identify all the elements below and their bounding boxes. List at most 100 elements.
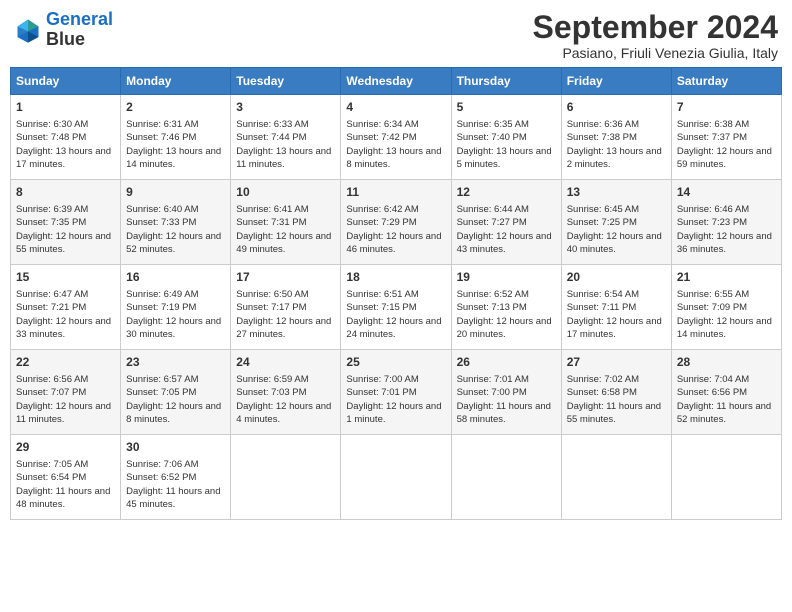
calendar-day-cell: 14Sunrise: 6:46 AMSunset: 7:23 PMDayligh… <box>671 180 781 265</box>
day-number: 23 <box>126 354 225 371</box>
calendar-day-cell: 22Sunrise: 6:56 AMSunset: 7:07 PMDayligh… <box>11 350 121 435</box>
day-info: Sunrise: 6:36 AMSunset: 7:38 PMDaylight:… <box>567 118 666 171</box>
day-number: 7 <box>677 99 776 116</box>
logo-icon <box>14 16 42 44</box>
day-number: 11 <box>346 184 445 201</box>
day-number: 4 <box>346 99 445 116</box>
calendar-day-cell <box>341 435 451 520</box>
day-info: Sunrise: 7:05 AMSunset: 6:54 PMDaylight:… <box>16 458 115 511</box>
day-number: 27 <box>567 354 666 371</box>
day-number: 9 <box>126 184 225 201</box>
day-info: Sunrise: 7:00 AMSunset: 7:01 PMDaylight:… <box>346 373 445 426</box>
calendar-day-cell: 1 Sunrise: 6:30 AMSunset: 7:48 PMDaylight… <box>11 95 121 180</box>
day-number: 13 <box>567 184 666 201</box>
calendar-day-cell: 6 Sunrise: 6:36 AMSunset: 7:38 PMDaylight… <box>561 95 671 180</box>
day-number: 16 <box>126 269 225 286</box>
day-number: 6 <box>567 99 666 116</box>
calendar-header-cell: Tuesday <box>231 68 341 95</box>
calendar-day-cell: 15 Sunrise: 6:47 AMSunset: 7:21 PMDayligh… <box>11 265 121 350</box>
calendar-header-cell: Wednesday <box>341 68 451 95</box>
day-number: 25 <box>346 354 445 371</box>
calendar-day-cell: 13 Sunrise: 6:45 AMSunset: 7:25 PMDayligh… <box>561 180 671 265</box>
calendar-day-cell: 30Sunrise: 7:06 AMSunset: 6:52 PMDayligh… <box>121 435 231 520</box>
day-info: Sunrise: 6:47 AMSunset: 7:21 PMDaylight:… <box>16 288 115 341</box>
calendar-day-cell: 16 Sunrise: 6:49 AMSunset: 7:19 PMDayligh… <box>121 265 231 350</box>
logo: General Blue <box>14 10 113 50</box>
calendar-day-cell: 9 Sunrise: 6:40 AMSunset: 7:33 PMDaylight… <box>121 180 231 265</box>
calendar-day-cell: 4 Sunrise: 6:34 AMSunset: 7:42 PMDaylight… <box>341 95 451 180</box>
calendar-day-cell: 26 Sunrise: 7:01 AMSunset: 7:00 PMDayligh… <box>451 350 561 435</box>
calendar-day-cell: 7 Sunrise: 6:38 AMSunset: 7:37 PMDaylight… <box>671 95 781 180</box>
header: General Blue September 2024 Pasiano, Fri… <box>10 10 782 61</box>
calendar-header-row: SundayMondayTuesdayWednesdayThursdayFrid… <box>11 68 782 95</box>
day-info: Sunrise: 7:02 AMSunset: 6:58 PMDaylight:… <box>567 373 666 426</box>
day-info: Sunrise: 6:49 AMSunset: 7:19 PMDaylight:… <box>126 288 225 341</box>
calendar-header-cell: Monday <box>121 68 231 95</box>
day-info: Sunrise: 6:40 AMSunset: 7:33 PMDaylight:… <box>126 203 225 256</box>
day-info: Sunrise: 6:52 AMSunset: 7:13 PMDaylight:… <box>457 288 556 341</box>
day-number: 15 <box>16 269 115 286</box>
day-info: Sunrise: 7:04 AMSunset: 6:56 PMDaylight:… <box>677 373 776 426</box>
day-number: 1 <box>16 99 115 116</box>
day-info: Sunrise: 6:33 AMSunset: 7:44 PMDaylight:… <box>236 118 335 171</box>
calendar-week-row: 29Sunrise: 7:05 AMSunset: 6:54 PMDayligh… <box>11 435 782 520</box>
calendar-header-cell: Sunday <box>11 68 121 95</box>
calendar-header-cell: Friday <box>561 68 671 95</box>
calendar-day-cell: 11 Sunrise: 6:42 AMSunset: 7:29 PMDayligh… <box>341 180 451 265</box>
day-info: Sunrise: 6:54 AMSunset: 7:11 PMDaylight:… <box>567 288 666 341</box>
calendar-body: 1 Sunrise: 6:30 AMSunset: 7:48 PMDaylight… <box>11 95 782 520</box>
day-number: 21 <box>677 269 776 286</box>
day-number: 26 <box>457 354 556 371</box>
day-info: Sunrise: 6:38 AMSunset: 7:37 PMDaylight:… <box>677 118 776 171</box>
day-number: 24 <box>236 354 335 371</box>
title-block: September 2024 Pasiano, Friuli Venezia G… <box>533 10 778 61</box>
calendar-week-row: 15 Sunrise: 6:47 AMSunset: 7:21 PMDayligh… <box>11 265 782 350</box>
calendar-day-cell: 5 Sunrise: 6:35 AMSunset: 7:40 PMDaylight… <box>451 95 561 180</box>
calendar-day-cell: 27 Sunrise: 7:02 AMSunset: 6:58 PMDayligh… <box>561 350 671 435</box>
calendar-day-cell: 23Sunrise: 6:57 AMSunset: 7:05 PMDayligh… <box>121 350 231 435</box>
calendar-day-cell <box>671 435 781 520</box>
calendar-day-cell: 28 Sunrise: 7:04 AMSunset: 6:56 PMDayligh… <box>671 350 781 435</box>
day-info: Sunrise: 6:44 AMSunset: 7:27 PMDaylight:… <box>457 203 556 256</box>
calendar-day-cell: 19 Sunrise: 6:52 AMSunset: 7:13 PMDayligh… <box>451 265 561 350</box>
calendar-header-cell: Thursday <box>451 68 561 95</box>
day-number: 5 <box>457 99 556 116</box>
calendar-day-cell: 3 Sunrise: 6:33 AMSunset: 7:44 PMDaylight… <box>231 95 341 180</box>
calendar-day-cell: 10Sunrise: 6:41 AMSunset: 7:31 PMDayligh… <box>231 180 341 265</box>
day-info: Sunrise: 6:35 AMSunset: 7:40 PMDaylight:… <box>457 118 556 171</box>
day-info: Sunrise: 6:59 AMSunset: 7:03 PMDaylight:… <box>236 373 335 426</box>
calendar-table: SundayMondayTuesdayWednesdayThursdayFrid… <box>10 67 782 520</box>
calendar-day-cell: 21Sunrise: 6:55 AMSunset: 7:09 PMDayligh… <box>671 265 781 350</box>
day-info: Sunrise: 6:45 AMSunset: 7:25 PMDaylight:… <box>567 203 666 256</box>
calendar-day-cell: 18 Sunrise: 6:51 AMSunset: 7:15 PMDayligh… <box>341 265 451 350</box>
day-info: Sunrise: 6:31 AMSunset: 7:46 PMDaylight:… <box>126 118 225 171</box>
calendar-day-cell: 29Sunrise: 7:05 AMSunset: 6:54 PMDayligh… <box>11 435 121 520</box>
day-number: 30 <box>126 439 225 456</box>
day-info: Sunrise: 6:34 AMSunset: 7:42 PMDaylight:… <box>346 118 445 171</box>
day-number: 14 <box>677 184 776 201</box>
calendar-day-cell <box>451 435 561 520</box>
day-number: 10 <box>236 184 335 201</box>
calendar-header-cell: Saturday <box>671 68 781 95</box>
day-number: 22 <box>16 354 115 371</box>
calendar-day-cell <box>231 435 341 520</box>
day-number: 20 <box>567 269 666 286</box>
day-number: 18 <box>346 269 445 286</box>
day-number: 17 <box>236 269 335 286</box>
day-info: Sunrise: 6:30 AMSunset: 7:48 PMDaylight:… <box>16 118 115 171</box>
day-info: Sunrise: 6:39 AMSunset: 7:35 PMDaylight:… <box>16 203 115 256</box>
calendar-day-cell: 12Sunrise: 6:44 AMSunset: 7:27 PMDayligh… <box>451 180 561 265</box>
day-info: Sunrise: 7:01 AMSunset: 7:00 PMDaylight:… <box>457 373 556 426</box>
day-info: Sunrise: 6:51 AMSunset: 7:15 PMDaylight:… <box>346 288 445 341</box>
calendar-week-row: 1 Sunrise: 6:30 AMSunset: 7:48 PMDaylight… <box>11 95 782 180</box>
day-info: Sunrise: 6:42 AMSunset: 7:29 PMDaylight:… <box>346 203 445 256</box>
calendar-day-cell: 8 Sunrise: 6:39 AMSunset: 7:35 PMDaylight… <box>11 180 121 265</box>
day-number: 19 <box>457 269 556 286</box>
logo-text: General Blue <box>46 10 113 50</box>
day-number: 28 <box>677 354 776 371</box>
calendar-day-cell: 25 Sunrise: 7:00 AMSunset: 7:01 PMDayligh… <box>341 350 451 435</box>
calendar-day-cell <box>561 435 671 520</box>
calendar-week-row: 22Sunrise: 6:56 AMSunset: 7:07 PMDayligh… <box>11 350 782 435</box>
day-number: 3 <box>236 99 335 116</box>
day-number: 8 <box>16 184 115 201</box>
